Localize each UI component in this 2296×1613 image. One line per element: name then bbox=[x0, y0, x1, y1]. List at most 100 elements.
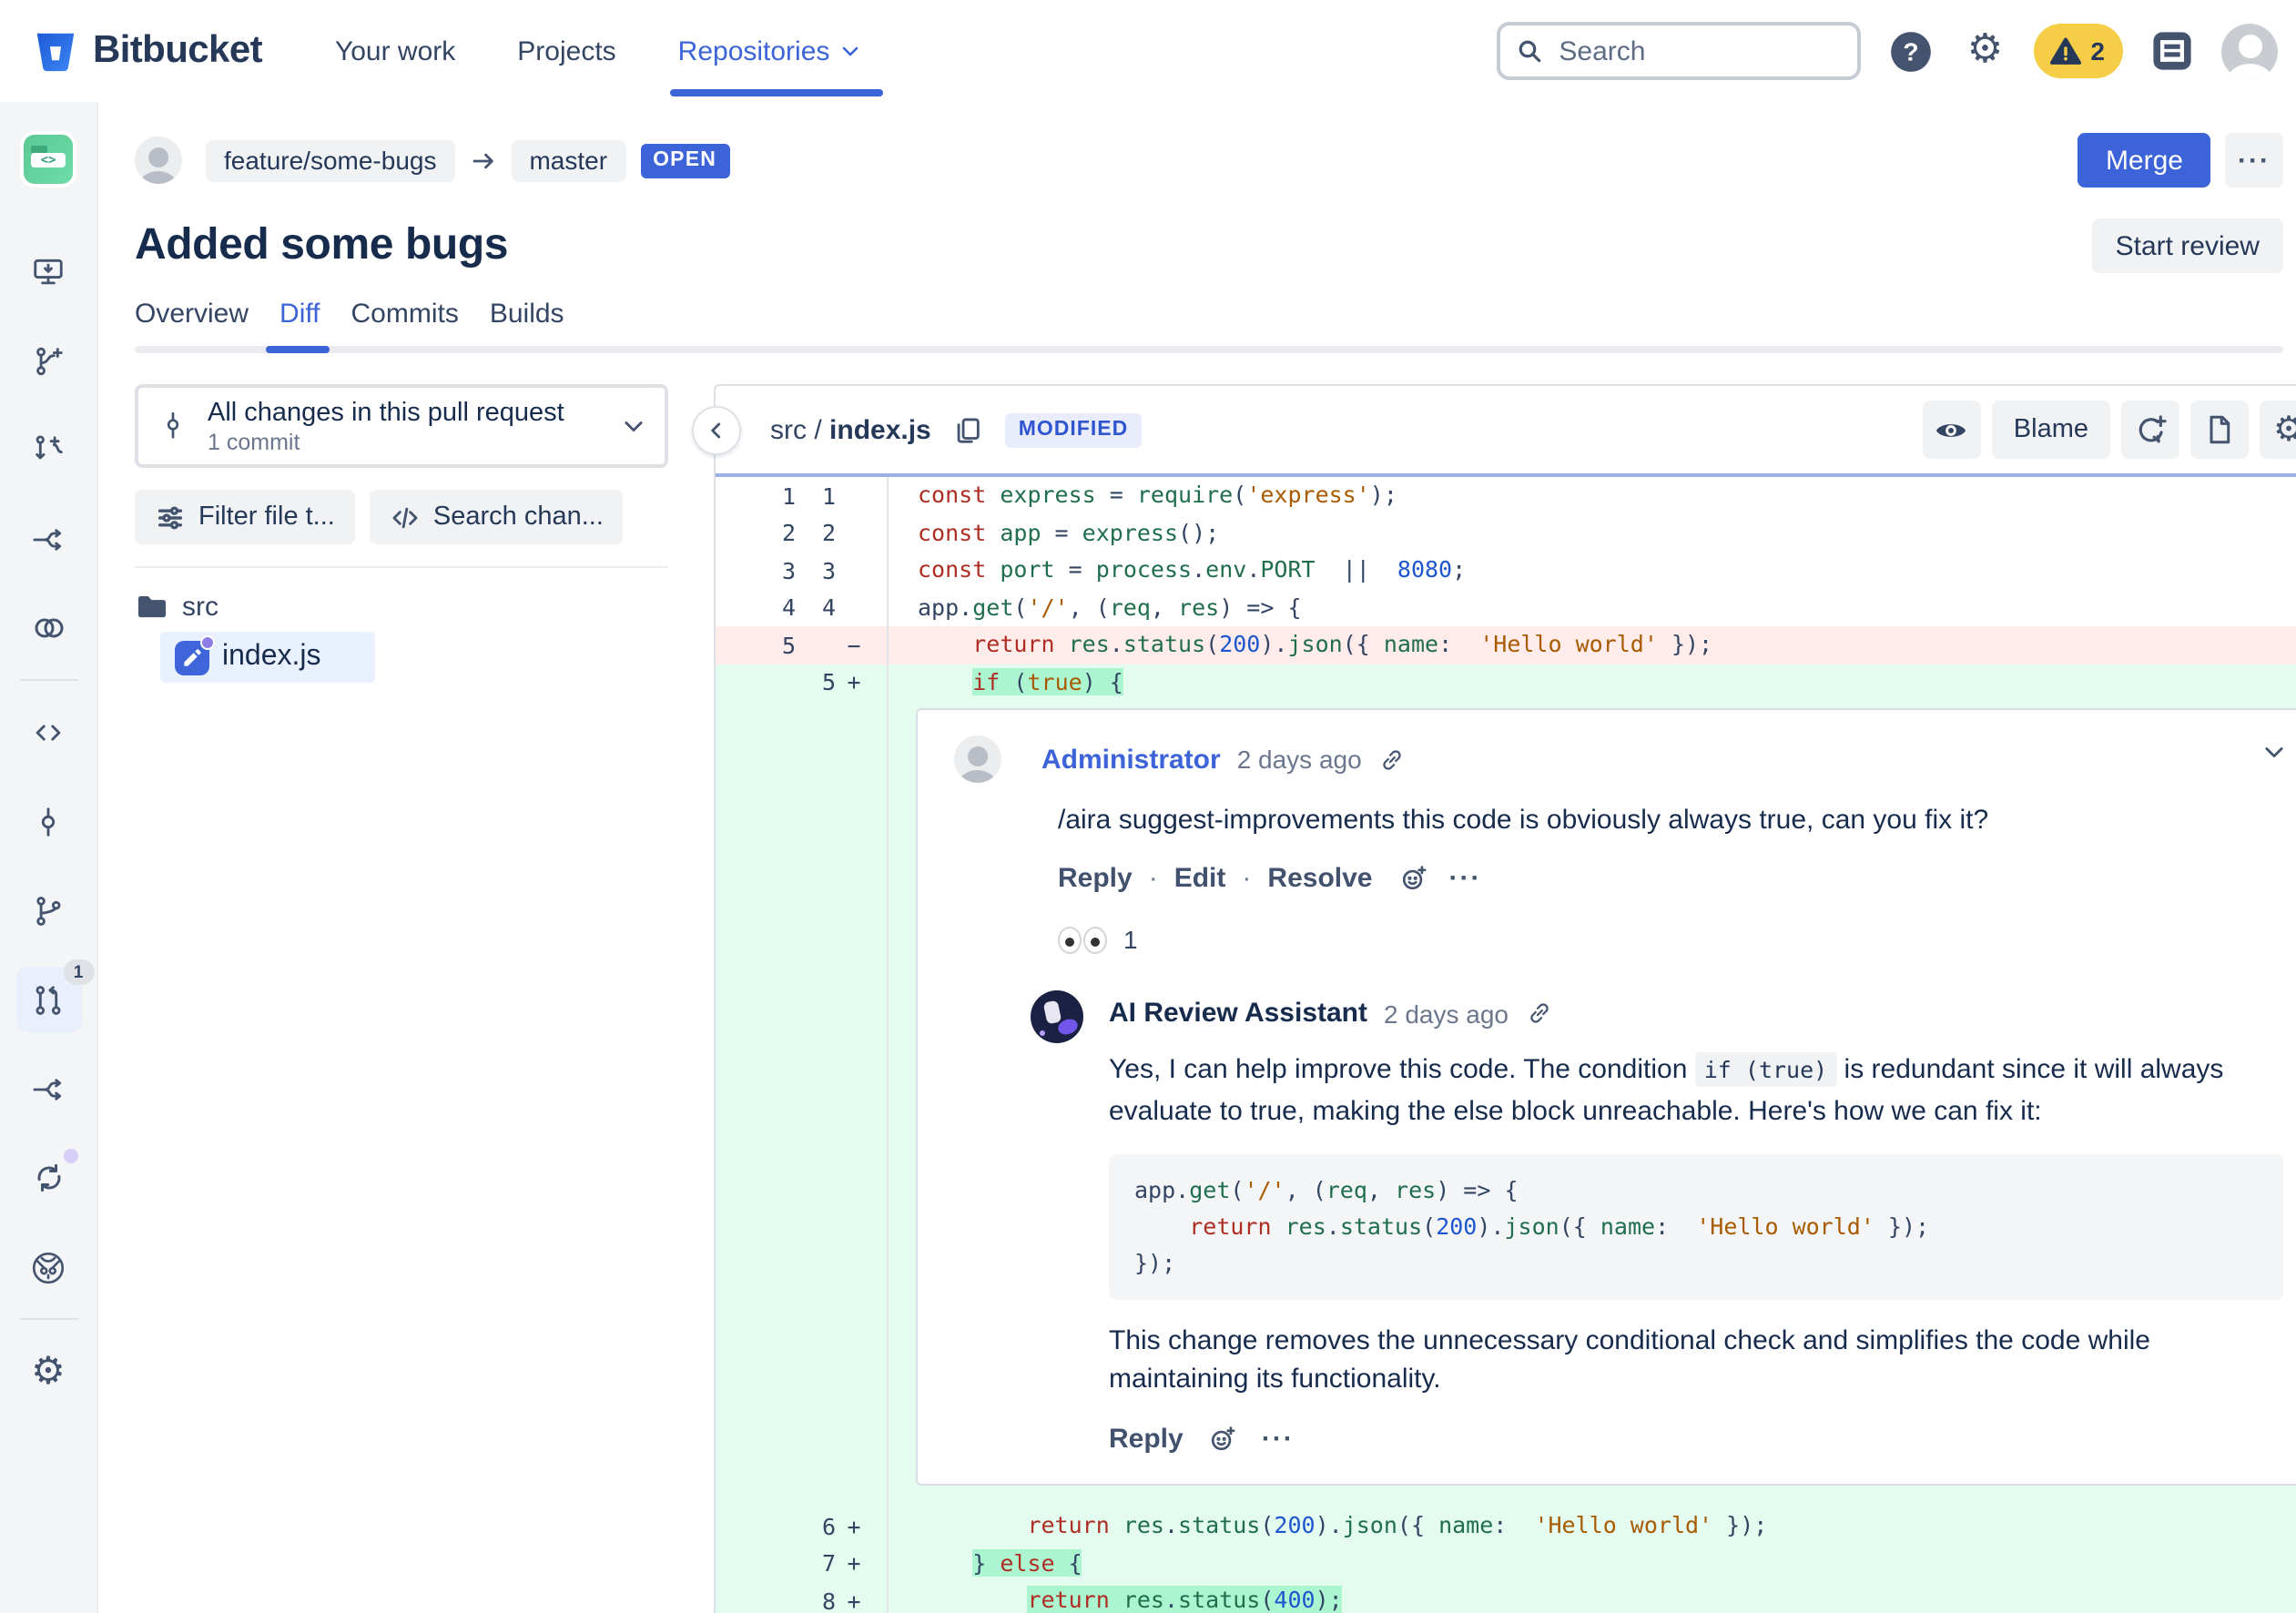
comment-header: Administrator 2 days ago bbox=[954, 735, 2283, 783]
sidebar-pull-requests[interactable]: 1 bbox=[15, 967, 81, 1032]
warning-triangle-icon bbox=[2048, 34, 2083, 68]
start-review-button[interactable]: Start review bbox=[2092, 218, 2283, 273]
warnings-indicator[interactable]: 2 bbox=[2034, 24, 2123, 78]
nav-projects[interactable]: Projects bbox=[517, 0, 615, 102]
comment-zone-gutter bbox=[716, 701, 889, 1507]
search-changes-button[interactable]: Search chan... bbox=[370, 490, 624, 544]
code-line: app.get('/', (req, res) => { bbox=[1134, 1172, 2258, 1209]
code-search-icon bbox=[390, 502, 421, 533]
tab-overview[interactable]: Overview bbox=[135, 299, 249, 330]
sidebar-pipelines-shortcut[interactable] bbox=[15, 506, 81, 572]
sidebar-addon[interactable] bbox=[15, 1234, 81, 1300]
ai-assistant-avatar[interactable] bbox=[1031, 990, 1083, 1043]
diff-row: 11 const express = require('express'); bbox=[716, 477, 2296, 514]
line-gutter[interactable]: 5+ bbox=[716, 664, 889, 701]
comment-timestamp: 2 days ago bbox=[1237, 745, 1362, 774]
line-gutter[interactable]: 7+ bbox=[716, 1545, 889, 1582]
merge-button[interactable]: Merge bbox=[2078, 133, 2210, 188]
commenter-avatar[interactable] bbox=[954, 735, 1001, 783]
comment-more-button[interactable]: ··· bbox=[1449, 863, 1482, 894]
line-gutter[interactable]: 33 bbox=[716, 552, 889, 589]
edit-action[interactable]: Edit bbox=[1174, 863, 1226, 894]
bitbucket-logo-text: Bitbucket bbox=[93, 29, 262, 73]
watch-file-button[interactable] bbox=[1923, 401, 1981, 459]
commenter-name[interactable]: Administrator bbox=[1041, 744, 1221, 775]
add-file-comment-button[interactable] bbox=[2121, 401, 2179, 459]
sidebar-commits[interactable] bbox=[15, 788, 81, 854]
create-branch-icon bbox=[31, 343, 66, 378]
pipelines-icon bbox=[31, 522, 66, 556]
chevron-left-icon bbox=[705, 419, 728, 442]
tree-folder-src[interactable]: src bbox=[135, 584, 668, 628]
code-line: }); bbox=[1134, 1245, 2258, 1282]
sidebar-clone[interactable] bbox=[15, 238, 81, 304]
view-file-button[interactable] bbox=[2190, 401, 2249, 459]
code-line: if (true) { bbox=[889, 664, 1123, 701]
comment-actions: Reply · Edit · Resolve ··· bbox=[1058, 863, 2283, 894]
feedback-button[interactable] bbox=[2147, 25, 2198, 76]
code-line: return res.status(400); bbox=[889, 1582, 1343, 1613]
add-reaction-icon[interactable] bbox=[1207, 1424, 1238, 1455]
tree-file-indexjs[interactable]: index.js bbox=[160, 632, 375, 683]
comment-reply: AI Review Assistant 2 days ago Yes, I ca… bbox=[1031, 990, 2283, 1455]
sidebar-repo-avatar[interactable]: <> bbox=[15, 126, 81, 191]
line-gutter[interactable]: 6+ bbox=[716, 1507, 889, 1545]
permalink-icon[interactable] bbox=[1525, 999, 1552, 1027]
repository-avatar-icon: <> bbox=[24, 134, 73, 183]
filter-file-types-button[interactable]: Filter file t... bbox=[135, 490, 355, 544]
sidebar-compare[interactable] bbox=[15, 595, 81, 661]
deployments-sync-icon bbox=[30, 1160, 66, 1196]
global-search[interactable] bbox=[1497, 22, 1861, 80]
tab-diff[interactable]: Diff bbox=[279, 299, 320, 330]
help-button[interactable]: ? bbox=[1885, 25, 1935, 76]
eye-emoji-icon bbox=[1083, 926, 1107, 953]
nav-repositories-label: Repositories bbox=[678, 36, 830, 66]
sidebar-create-pull-request[interactable] bbox=[15, 417, 81, 482]
sidebar-pipelines[interactable] bbox=[15, 1056, 81, 1121]
resolve-action[interactable]: Resolve bbox=[1267, 863, 1372, 894]
line-gutter[interactable]: 22 bbox=[716, 514, 889, 552]
tab-builds[interactable]: Builds bbox=[490, 299, 564, 330]
eyes-reaction-chip[interactable]: 1 bbox=[1058, 925, 2283, 954]
chevron-down-icon bbox=[2261, 739, 2287, 765]
line-gutter[interactable]: 44 bbox=[716, 589, 889, 626]
tab-commits[interactable]: Commits bbox=[351, 299, 459, 330]
collapse-thread-button[interactable] bbox=[2261, 739, 2287, 765]
line-gutter[interactable]: 5− bbox=[716, 626, 889, 664]
changes-scope-selector[interactable]: All changes in this pull request 1 commi… bbox=[135, 384, 668, 468]
sidebar-repo-settings[interactable]: ⚙ bbox=[15, 1338, 81, 1404]
line-gutter[interactable]: 8+ bbox=[716, 1582, 889, 1613]
nav-repositories[interactable]: Repositories bbox=[678, 0, 861, 102]
sidebar-source[interactable] bbox=[15, 699, 81, 765]
pr-state-badge: OPEN bbox=[640, 143, 729, 178]
source-branch-chip[interactable]: feature/some-bugs bbox=[206, 139, 454, 181]
reply-more-button[interactable]: ··· bbox=[1262, 1424, 1295, 1455]
nav-your-work[interactable]: Your work bbox=[335, 0, 455, 102]
pr-author-avatar[interactable] bbox=[135, 137, 182, 184]
pr-more-button[interactable]: ··· bbox=[2225, 133, 2283, 188]
diff-row: 44 app.get('/', (req, res) => { bbox=[716, 589, 2296, 626]
sidebar-create-branch[interactable] bbox=[15, 328, 81, 393]
bitbucket-logo[interactable]: Bitbucket bbox=[31, 26, 262, 76]
reply-author[interactable]: AI Review Assistant bbox=[1109, 998, 1367, 1029]
compare-circles-icon bbox=[30, 610, 66, 646]
pipelines-branch-icon bbox=[31, 1071, 66, 1106]
collapse-file-panel-button[interactable] bbox=[692, 406, 741, 455]
reply-action[interactable]: Reply bbox=[1058, 863, 1133, 894]
reaction-count: 1 bbox=[1123, 925, 1138, 954]
blame-button[interactable]: Blame bbox=[1992, 401, 2110, 459]
diff-settings-button[interactable]: ⚙ bbox=[2260, 401, 2296, 459]
sidebar-deployments[interactable] bbox=[15, 1145, 81, 1211]
permalink-icon[interactable] bbox=[1378, 746, 1406, 773]
search-input[interactable] bbox=[1555, 34, 1810, 68]
line-gutter[interactable]: 11 bbox=[716, 477, 889, 514]
target-branch-chip[interactable]: master bbox=[511, 139, 625, 181]
user-avatar[interactable] bbox=[2221, 23, 2278, 79]
comment-card: Administrator 2 days ago /aira suggest-i… bbox=[916, 708, 2296, 1486]
copy-path-icon[interactable] bbox=[953, 414, 984, 445]
sidebar-branches[interactable] bbox=[15, 878, 81, 943]
filter-icon bbox=[155, 502, 186, 533]
settings-button[interactable]: ⚙ bbox=[1959, 25, 2010, 76]
add-reaction-icon[interactable] bbox=[1398, 863, 1429, 894]
reply-action[interactable]: Reply bbox=[1109, 1424, 1184, 1455]
